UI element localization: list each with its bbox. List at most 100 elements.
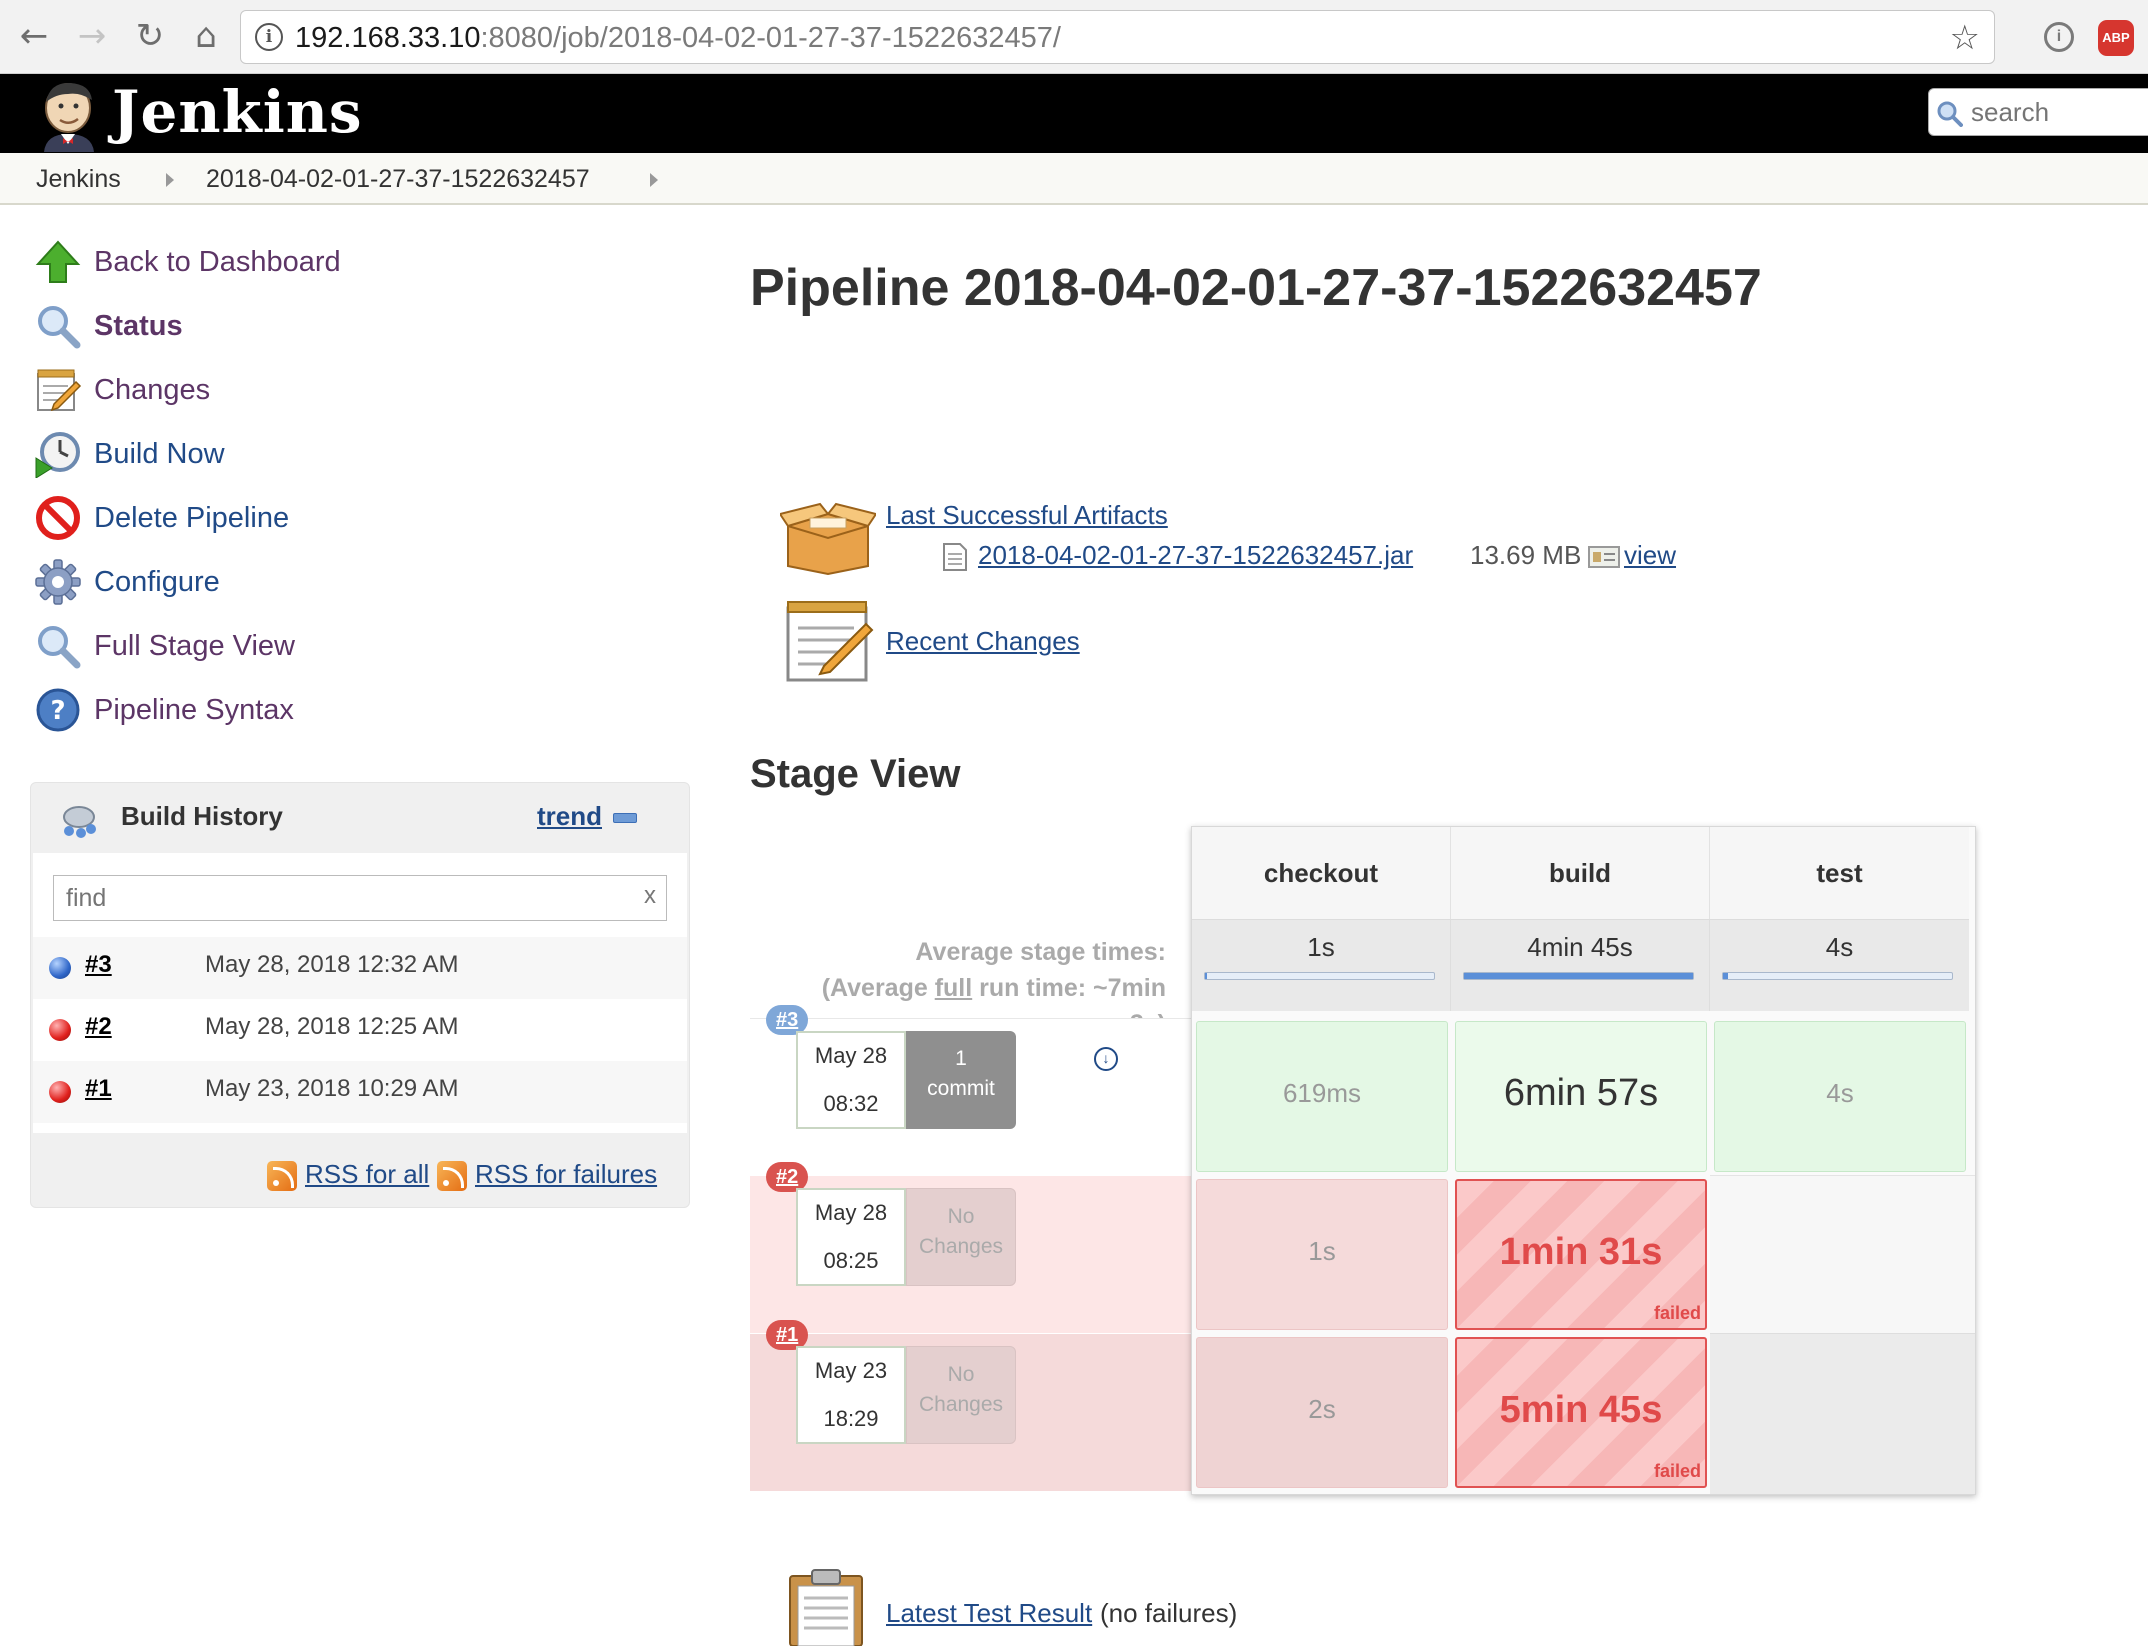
find-input[interactable]: [64, 882, 624, 914]
breadcrumb-item-job[interactable]: 2018-04-02-01-27-37-1522632457: [206, 165, 590, 194]
home-icon[interactable]: ⌂: [184, 14, 228, 58]
artifact-file-link[interactable]: 2018-04-02-01-27-37-1522632457.jar: [978, 540, 1413, 571]
build-number-link[interactable]: #2: [85, 1013, 112, 1041]
average-stage-times-text: Average stage times:: [915, 938, 1166, 966]
breadcrumb-arrow-icon[interactable]: [166, 173, 174, 187]
build-date-link[interactable]: May 28, 2018 12:32 AM: [205, 951, 459, 979]
run-changes-box[interactable]: No Changes: [906, 1346, 1016, 1444]
stage-cell-success[interactable]: 619ms: [1196, 1021, 1448, 1172]
latest-test-result-link[interactable]: Latest Test Result: [886, 1598, 1092, 1629]
stage-avg-test: 4s: [1710, 919, 1969, 1011]
failed-tag: failed: [1653, 1461, 1701, 1481]
avg-progress-bar: [1463, 972, 1694, 980]
sidebar-item-label[interactable]: Configure: [94, 566, 220, 599]
status-ball-red-icon: [49, 1019, 71, 1041]
jenkins-butler-icon[interactable]: [34, 78, 106, 152]
stage-header-test: test: [1710, 827, 1969, 919]
rss-all-link[interactable]: RSS for all: [305, 1159, 429, 1190]
last-successful-artifacts-link[interactable]: Last Successful Artifacts: [886, 500, 1168, 531]
recent-changes-link[interactable]: Recent Changes: [886, 626, 1080, 657]
info-icon[interactable]: i: [255, 23, 283, 51]
file-icon: [943, 543, 967, 571]
build-date-link[interactable]: May 23, 2018 10:29 AM: [205, 1075, 459, 1103]
rss-icon[interactable]: [437, 1161, 467, 1191]
sidebar-item-label[interactable]: Changes: [94, 374, 210, 407]
stage-cell-failed[interactable]: 1min 31s failed: [1455, 1179, 1707, 1330]
build-history-title: Build History: [121, 801, 283, 831]
stage-avg-time: 1s: [1307, 932, 1335, 962]
avg-progress-fill: [1205, 973, 1208, 979]
gear-icon: [35, 559, 81, 605]
rss-icon[interactable]: [267, 1161, 297, 1191]
rss-failures-link[interactable]: RSS for failures: [475, 1159, 657, 1190]
sidebar-item-label[interactable]: Delete Pipeline: [94, 502, 289, 535]
extension-info-icon[interactable]: i: [2044, 22, 2074, 52]
build-number-link[interactable]: #3: [85, 951, 112, 979]
stage-cell-success[interactable]: 6min 57s: [1455, 1021, 1707, 1172]
clear-find-button[interactable]: x: [644, 882, 656, 910]
search-box[interactable]: [1928, 88, 2148, 136]
stage-duration: 5min 45s: [1499, 1389, 1663, 1431]
sidebar-item-label[interactable]: Status: [94, 310, 183, 343]
fingerprint-icon[interactable]: [1588, 546, 1620, 568]
help-icon: ?: [36, 688, 80, 732]
status-ball-red-icon: [49, 1081, 71, 1103]
build-number-link[interactable]: #1: [85, 1075, 112, 1103]
build-row[interactable]: #3 May 28, 2018 12:32 AM: [33, 937, 687, 999]
stage-cell-failed[interactable]: 5min 45s failed: [1455, 1337, 1707, 1488]
build-history-panel: Build History trend x #3 May 28, 2018 12…: [30, 782, 690, 1208]
url-text[interactable]: 192.168.33.10:8080/job/2018-04-02-01-27-…: [295, 22, 1061, 55]
breadcrumb-item-jenkins[interactable]: Jenkins: [36, 165, 121, 194]
stage-cell-not-run: [1710, 1333, 1975, 1494]
magnifier-icon: [38, 626, 81, 669]
full-run-link[interactable]: full: [935, 974, 973, 1002]
search-input[interactable]: [1969, 95, 2148, 129]
sidebar-item-label[interactable]: Full Stage View: [94, 630, 295, 663]
sidebar-item-label[interactable]: Back to Dashboard: [94, 246, 341, 279]
sidebar-item-label[interactable]: Pipeline Syntax: [94, 694, 294, 727]
build-row[interactable]: #2 May 28, 2018 12:25 AM: [33, 999, 687, 1061]
bookmark-star-icon[interactable]: ☆: [1950, 18, 1980, 58]
breadcrumb-arrow-icon[interactable]: [650, 173, 658, 187]
download-icon[interactable]: ↓: [1094, 1047, 1118, 1071]
changes-count: 1: [955, 1047, 967, 1070]
jenkins-logo-text[interactable]: Jenkins: [112, 78, 363, 146]
collapse-icon[interactable]: [613, 813, 637, 823]
run-changes-box[interactable]: No Changes: [906, 1188, 1016, 1286]
adblock-extension-icon[interactable]: ABP: [2098, 20, 2134, 56]
build-date-link[interactable]: May 28, 2018 12:25 AM: [205, 1013, 459, 1041]
notepad-icon: [37, 369, 82, 412]
run-row-3[interactable]: #3 May 28 08:32 1 commit ↓: [750, 1005, 1191, 1175]
run-time: 08:25: [823, 1248, 879, 1273]
stage-duration: 6min 57s: [1503, 1072, 1659, 1114]
run-row-2[interactable]: #2 May 28 08:25 No Changes: [750, 1162, 1191, 1333]
test-result-note: (no failures): [1100, 1598, 1238, 1628]
build-history-find-box[interactable]: x: [53, 875, 667, 921]
run-row-1[interactable]: #1 May 23 18:29 No Changes: [750, 1320, 1191, 1491]
package-box-icon: [780, 502, 876, 576]
search-icon: [1937, 101, 1963, 127]
browser-toolbar: ← → ↻ ⌂ i 192.168.33.10:8080/job/2018-04…: [0, 0, 2148, 74]
avg-progress-bar: [1722, 972, 1953, 980]
run-changes-box[interactable]: 1 commit: [906, 1031, 1016, 1129]
run-date: May 28: [814, 1043, 888, 1068]
stage-cell-success[interactable]: 1s: [1196, 1179, 1448, 1330]
stage-view-grid: checkout build test 1s 4min 45s 4s 619ms…: [1191, 826, 1976, 1495]
failed-tag: failed: [1653, 1303, 1701, 1323]
avg-progress-fill: [1464, 973, 1693, 979]
trend-link[interactable]: trend: [537, 801, 602, 832]
address-bar[interactable]: i 192.168.33.10:8080/job/2018-04-02-01-2…: [240, 10, 1995, 64]
forward-arrow-icon[interactable]: →: [70, 14, 114, 58]
clock-play-icon: [35, 432, 80, 478]
reload-icon[interactable]: ↻: [128, 14, 172, 58]
stage-duration: 1min 31s: [1499, 1231, 1663, 1273]
stage-cell-success[interactable]: 2s: [1196, 1337, 1448, 1488]
jenkins-header: Jenkins: [0, 74, 2148, 153]
stage-cell-not-run: [1710, 1175, 1975, 1333]
sidebar-item-label[interactable]: Build Now: [94, 438, 225, 471]
build-row[interactable]: #1 May 23, 2018 10:29 AM: [33, 1061, 687, 1123]
run-date-box: May 28 08:32: [796, 1031, 906, 1129]
artifact-view-link[interactable]: view: [1624, 540, 1676, 571]
stage-cell-success[interactable]: 4s: [1714, 1021, 1966, 1172]
back-arrow-icon[interactable]: ←: [12, 14, 56, 58]
